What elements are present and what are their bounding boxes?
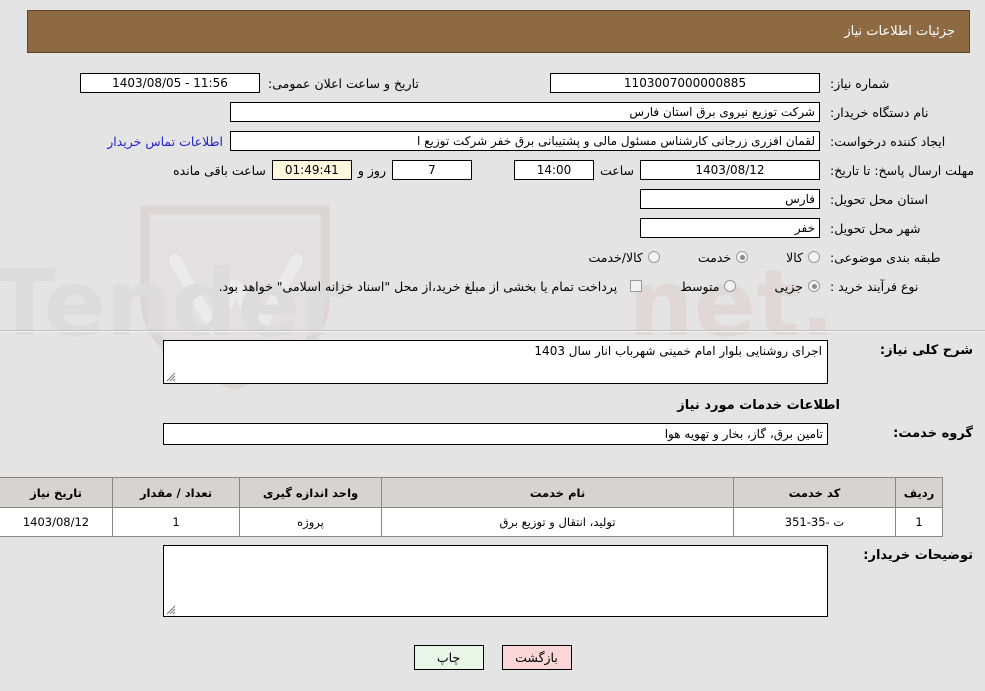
public-announce-label: تاریخ و ساعت اعلان عمومی:	[268, 75, 419, 91]
radio-option-kala-khedmat[interactable]: کالا/خدمت	[588, 249, 660, 265]
cell-quantity: 1	[112, 507, 240, 537]
process-radio-group: جزیی متوسط	[642, 279, 820, 294]
row-province: استان محل تحویل: فارس	[0, 187, 985, 211]
col-row-no: ردیف	[895, 477, 943, 508]
remaining-hours-label: ساعت باقی مانده	[173, 162, 266, 178]
city-label: شهر محل تحویل:	[830, 220, 921, 236]
col-unit: واحد اندازه گیری	[239, 477, 382, 508]
radio-label-kala: کالا	[786, 249, 803, 265]
radio-icon-kala-khedmat[interactable]	[647, 251, 660, 263]
buyer-contact-link[interactable]: اطلاعات تماس خریدار	[100, 134, 230, 149]
col-service-code: کد خدمت	[733, 477, 896, 508]
buyer-notes-label: توضیحات خریدار:	[863, 548, 973, 563]
row-buyer-org: نام دستگاه خریدار: شرکت توزیع نیروی برق …	[0, 100, 985, 124]
cell-service-name: تولید، انتقال و توزیع برق	[381, 507, 734, 537]
radio-option-khedmat[interactable]: خدمت	[697, 249, 749, 265]
cell-unit: پروژه	[239, 507, 382, 537]
radio-label-khedmat: خدمت	[697, 249, 732, 265]
row-need-number: شماره نیاز: 1103007000000885 تاریخ و ساع…	[0, 71, 985, 95]
row-general-desc: شرح کلی نیاز: اجرای روشنایی بلوار امام خ…	[0, 340, 985, 384]
days-label: روز و	[357, 162, 386, 178]
col-service-name: نام خدمت	[381, 477, 734, 508]
creator-label: ایجاد کننده درخواست:	[830, 133, 946, 149]
general-desc-value: اجرای روشنایی بلوار امام خمینی شهرباب ان…	[534, 344, 822, 358]
row-service-group: گروه خدمت: تامین برق، گاز، بخار و تهویه …	[0, 423, 985, 445]
cell-need-date: 1403/08/12	[0, 507, 113, 537]
page-header: جزئیات اطلاعات نیاز	[27, 10, 970, 53]
cell-service-code: ت -35-351	[733, 507, 896, 537]
radio-label-kala-khedmat: کالا/خدمت	[588, 249, 643, 265]
col-quantity: تعداد / مقدار	[112, 477, 240, 508]
services-table-wrap: ردیف کد خدمت نام خدمت واحد اندازه گیری ت…	[0, 477, 943, 537]
hour-label: ساعت	[599, 162, 634, 178]
radio-label-jozi: جزیی	[774, 278, 803, 294]
back-button[interactable]: بازگشت	[501, 645, 572, 670]
buyer-org-field[interactable]: شرکت توزیع نیروی برق استان فارس	[230, 102, 820, 122]
radio-icon-khedmat[interactable]	[736, 251, 749, 263]
action-button-bar: بازگشت چاپ	[0, 645, 985, 670]
resize-grip-icon[interactable]	[166, 372, 176, 382]
public-announce-field[interactable]: 11:56 - 1403/08/05	[80, 73, 260, 93]
general-desc-label: شرح کلی نیاز:	[879, 343, 973, 358]
province-field[interactable]: فارس	[640, 189, 820, 209]
deadline-label: مهلت ارسال پاسخ: تا تاریخ:	[830, 162, 975, 178]
page-title: جزئیات اطلاعات نیاز	[844, 24, 955, 39]
cell-row-no: 1	[895, 507, 943, 537]
table-row: 1 ت -35-351 تولید، انتقال و توزیع برق پر…	[0, 507, 943, 537]
row-process-type: نوع فرآیند خرید : جزیی متوسط پرداخت تمام…	[0, 274, 985, 298]
radio-icon-motevaset[interactable]	[724, 280, 737, 292]
creator-field[interactable]: لقمان افزری زرجانی کارشناس مسئول مالی و …	[230, 131, 820, 151]
resize-grip-icon-notes[interactable]	[166, 605, 176, 615]
radio-label-motevaset: متوسط	[680, 278, 720, 294]
page-root: AriaTender .net جزئیات اطلاعات نیاز شمار…	[0, 0, 985, 691]
need-number-field[interactable]: 1103007000000885	[550, 73, 820, 93]
mid-section: شرح کلی نیاز: اجرای روشنایی بلوار امام خ…	[0, 340, 985, 445]
deadline-time-field[interactable]: 14:00	[513, 160, 594, 180]
remaining-days-field[interactable]: 7	[391, 160, 472, 180]
section-divider	[0, 330, 985, 332]
checkbox-icon-treasury[interactable]	[630, 280, 643, 292]
province-label: استان محل تحویل:	[830, 191, 929, 207]
row-deadline: مهلت ارسال پاسخ: تا تاریخ: 1403/08/12 سا…	[0, 158, 985, 182]
treasury-checkbox-row[interactable]: پرداخت تمام یا بخشی از مبلغ خرید،از محل …	[211, 279, 643, 294]
general-desc-textarea[interactable]: اجرای روشنایی بلوار امام خمینی شهرباب ان…	[163, 340, 828, 384]
buyer-notes-textarea[interactable]	[163, 545, 828, 617]
services-section-title: اطلاعات خدمات مورد نیاز	[677, 398, 840, 413]
radio-option-motevaset[interactable]: متوسط	[680, 278, 737, 294]
col-need-date: تاریخ نیاز	[0, 477, 113, 508]
process-type-label: نوع فرآیند خرید :	[830, 278, 919, 294]
radio-option-jozi[interactable]: جزیی	[774, 279, 820, 294]
need-info-block: شماره نیاز: 1103007000000885 تاریخ و ساع…	[0, 63, 985, 309]
row-creator: ایجاد کننده درخواست: لقمان افزری زرجانی …	[0, 129, 985, 153]
radio-icon-jozi[interactable]	[808, 280, 820, 292]
buyer-org-label: نام دستگاه خریدار:	[830, 104, 929, 120]
print-button[interactable]: چاپ	[413, 645, 484, 670]
classification-label: طبقه بندی موضوعی:	[830, 249, 941, 265]
service-group-label: گروه خدمت:	[893, 426, 973, 441]
treasury-checkbox-label: پرداخت تمام یا بخشی از مبلغ خرید،از محل …	[218, 278, 618, 294]
service-group-field[interactable]: تامین برق، گاز، بخار و تهویه هوا	[163, 423, 828, 445]
need-number-label: شماره نیاز:	[830, 75, 890, 91]
row-city: شهر محل تحویل: خفر	[0, 216, 985, 240]
row-buyer-notes: توضیحات خریدار:	[0, 545, 985, 617]
city-field[interactable]: خفر	[640, 218, 820, 238]
table-header-row: ردیف کد خدمت نام خدمت واحد اندازه گیری ت…	[0, 477, 943, 508]
row-classification: طبقه بندی موضوعی: کالا خدمت کالا/خدمت	[0, 245, 985, 269]
radio-option-kala[interactable]: کالا	[786, 250, 820, 265]
countdown-timer: 01:49:41	[271, 160, 352, 180]
services-table: ردیف کد خدمت نام خدمت واحد اندازه گیری ت…	[0, 477, 943, 537]
classification-radio-group: کالا خدمت کالا/خدمت	[550, 250, 820, 265]
radio-icon-kala[interactable]	[808, 251, 820, 263]
deadline-date-field[interactable]: 1403/08/12	[640, 160, 820, 180]
